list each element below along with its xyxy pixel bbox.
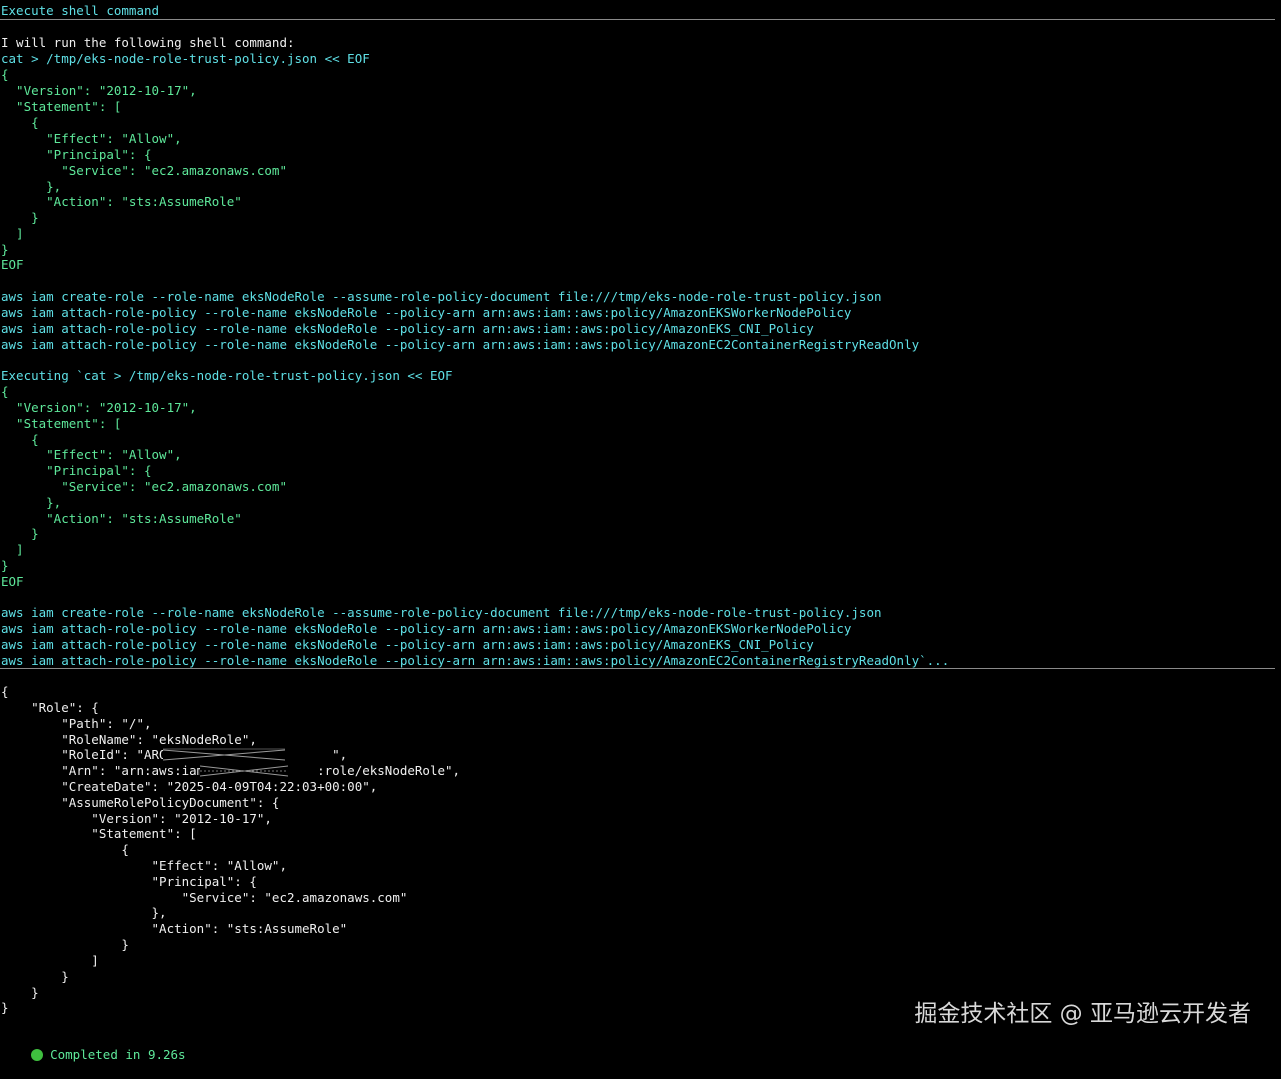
intro-text: I will run the following shell command: [1,35,295,50]
executing-line: aws iam attach-role-policy --role-name e… [1,621,852,636]
executing-line: { [1,432,39,447]
panel-title: Execute shell command [1,3,160,18]
output-divider [0,668,1275,669]
command-line: ] [1,226,24,241]
output-line: "Role": { [1,700,99,715]
command-line: { [1,67,9,82]
command-line: "Service": "ec2.amazonaws.com" [1,163,287,178]
output-line: } [1,985,39,1000]
command-line: "Effect": "Allow", [1,131,182,146]
executing-line: EOF [1,574,24,589]
command-line: "Action": "sts:AssumeRole" [1,194,242,209]
executing-line: } [1,558,9,573]
output-line: "Version": "2012-10-17", [1,811,272,826]
command-line: "Statement": [ [1,99,122,114]
executing-line: "Effect": "Allow", [1,447,182,462]
output-line: { [1,842,129,857]
output-line: }, [1,905,167,920]
executing-line: aws iam attach-role-policy --role-name e… [1,653,950,668]
executing-line: aws iam create-role --role-name eksNodeR… [1,605,882,620]
command-line: cat > /tmp/eks-node-role-trust-policy.js… [1,51,370,66]
status-dot-icon [31,1049,44,1061]
executing-line: }, [1,495,62,510]
command-line: aws iam attach-role-policy --role-name e… [1,305,852,320]
command-line: { [1,115,39,130]
output-line: "RoleName": "eksNodeRole", [1,732,257,747]
output-line: "Path": "/", [1,716,152,731]
completion-status: Completed in 9.26s [1,1031,186,1062]
redacted-account-id [200,764,288,778]
executing-line: "Action": "sts:AssumeRole" [1,511,242,526]
output-line: "AssumeRolePolicyDocument": { [1,795,280,810]
command-line: aws iam attach-role-policy --role-name e… [1,337,920,352]
executing-line: { [1,384,9,399]
command-line: "Principal": { [1,147,152,162]
executing-line: "Principal": { [1,463,152,478]
status-text: Completed in 9.26s [50,1047,186,1062]
output-line: "Action": "sts:AssumeRole" [1,921,348,936]
command-line: aws iam create-role --role-name eksNodeR… [1,289,882,304]
executing-line: ] [1,542,24,557]
executing-line: "Service": "ec2.amazonaws.com" [1,479,287,494]
executing-line: "Version": "2012-10-17", [1,400,197,415]
command-line: "Version": "2012-10-17", [1,83,197,98]
output-line: } [1,1000,9,1015]
command-line: } [1,210,39,225]
command-line: aws iam attach-role-policy --role-name e… [1,321,814,336]
output-line: { [1,684,9,699]
command-line: EOF [1,257,24,272]
header-divider [0,19,1275,20]
output-line: ] [1,953,99,968]
watermark: 掘金技术社区 @ 亚马逊云开发者 [914,1001,1251,1027]
redacted-role-id [163,748,285,762]
executing-line: Executing `cat > /tmp/eks-node-role-trus… [1,368,453,383]
command-line: } [1,242,9,257]
output-line: } [1,937,129,952]
output-line: "Effect": "Allow", [1,858,287,873]
executing-line: "Statement": [ [1,416,122,431]
output-line: "Service": "ec2.amazonaws.com" [1,890,408,905]
output-line: "Statement": [ [1,826,197,841]
output-line: "Principal": { [1,874,257,889]
command-line: }, [1,179,62,194]
executing-line: } [1,526,39,541]
output-line: } [1,969,69,984]
executing-line: aws iam attach-role-policy --role-name e… [1,637,814,652]
output-line: "CreateDate": "2025-04-09T04:22:03+00:00… [1,779,378,794]
